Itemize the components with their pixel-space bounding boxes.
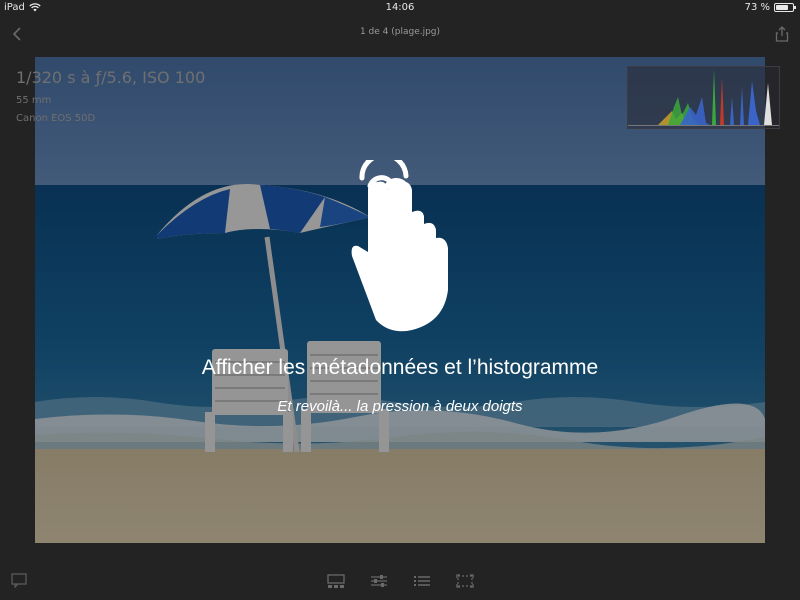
status-right: 73 % bbox=[744, 2, 796, 13]
histogram-panel bbox=[627, 66, 780, 129]
share-icon[interactable] bbox=[772, 24, 792, 44]
focal-length: 55 mm bbox=[16, 95, 52, 106]
filmstrip-icon[interactable] bbox=[326, 572, 346, 590]
status-bar: iPad 14:06 73 % bbox=[0, 0, 800, 16]
overlay-title: Afficher les métadonnées et l’histogramm… bbox=[201, 356, 599, 379]
adjust-sliders-icon[interactable] bbox=[369, 572, 389, 590]
list-icon[interactable] bbox=[412, 572, 432, 590]
nav-title: 1 de 4 (plage.jpg) bbox=[359, 27, 441, 37]
comment-icon[interactable] bbox=[10, 572, 28, 588]
crop-icon[interactable] bbox=[455, 572, 475, 590]
overlay-subtitle: Et revoilà... la pression à deux doigts bbox=[277, 398, 523, 415]
two-finger-tap-icon bbox=[351, 160, 448, 332]
battery-percent: 73 % bbox=[744, 2, 770, 13]
exposure-info: 1/320 s à ƒ/5.6, ISO 100 bbox=[16, 68, 206, 87]
metadata-panel: 1/320 s à ƒ/5.6, ISO 100 55 mm Canon EOS… bbox=[16, 68, 205, 124]
status-time: 14:06 bbox=[385, 2, 415, 13]
camera-model: Canon EOS 50D bbox=[16, 113, 96, 124]
battery-icon bbox=[774, 3, 796, 12]
nav-bar: 1 de 4 (plage.jpg) bbox=[0, 16, 800, 52]
histogram-chart bbox=[628, 69, 779, 126]
